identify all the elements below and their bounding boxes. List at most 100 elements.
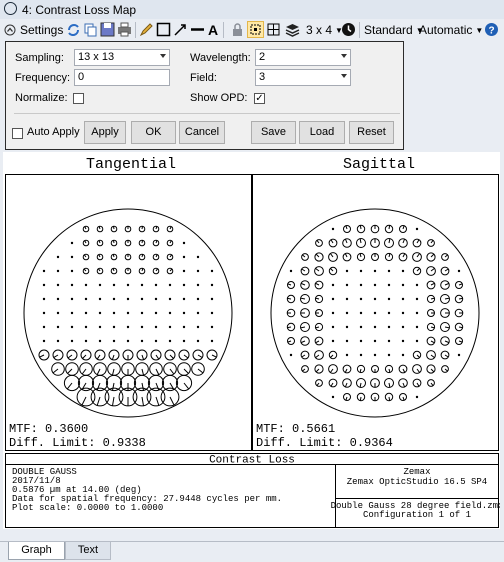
pupil-sample-tick xyxy=(155,382,160,391)
refresh-icon[interactable] xyxy=(66,22,81,37)
pupil-sample-tick xyxy=(141,268,144,272)
pupil-sample-dot xyxy=(56,339,60,343)
pupil-sample-tick xyxy=(287,283,292,286)
tab-text[interactable]: Text xyxy=(65,542,111,560)
pupil-sample-tick xyxy=(169,396,175,406)
pupil-sample-dot xyxy=(373,353,377,357)
pupil-sample-tick xyxy=(416,239,420,244)
automatic-dropdown[interactable]: Automatic ▼ xyxy=(419,22,483,38)
save-icon[interactable] xyxy=(100,22,115,37)
pupil-sample-tick xyxy=(315,267,320,272)
standard-dropdown[interactable]: Standard ▼ xyxy=(364,22,424,38)
plot-canvas: Tangential Sagittal MTF: 0.3600 Diff. Li… xyxy=(5,156,500,528)
pupil-sample-dot xyxy=(168,311,172,315)
load-button[interactable]: Load xyxy=(299,121,345,144)
pupil-sample-dot xyxy=(42,283,46,287)
pupil-sample-dot xyxy=(84,283,88,287)
pupil-sample-tick xyxy=(359,253,362,258)
pupil-sample-tick xyxy=(169,240,172,244)
help-icon[interactable]: ? xyxy=(484,22,499,37)
pupil-sample-dot xyxy=(126,297,130,301)
pupil-sample-tick xyxy=(430,239,434,244)
pupil-sample-dot xyxy=(387,339,391,343)
grid-icon[interactable] xyxy=(266,22,281,37)
pupil-sample-tick xyxy=(444,268,449,272)
apply-button[interactable]: Apply xyxy=(84,121,126,144)
wavelength-label: Wavelength: xyxy=(190,52,251,64)
pupil-sample-tick xyxy=(444,326,450,329)
field-label: Field: xyxy=(190,72,217,84)
pupil-sample-tick xyxy=(416,268,420,272)
configuration-label: Configuration 1 of 1 xyxy=(363,510,471,520)
frequency-input[interactable]: 0 xyxy=(74,69,170,86)
fit-icon[interactable] xyxy=(247,21,264,38)
layers-icon[interactable] xyxy=(285,22,300,37)
clock-icon[interactable] xyxy=(341,22,356,37)
sampling-select[interactable]: 13 x 13 xyxy=(74,49,170,66)
ok-button[interactable]: OK xyxy=(131,121,176,144)
pupil-sample-dot xyxy=(56,255,60,259)
normalize-checkbox[interactable] xyxy=(73,93,84,104)
show-opd-checkbox[interactable]: ✓ xyxy=(254,93,265,104)
pupil-sample-tick xyxy=(344,368,348,373)
pupil-sample-tick xyxy=(359,382,362,388)
pupil-sample-tick xyxy=(330,354,334,358)
pupil-sample-dot xyxy=(98,339,102,343)
pupil-sample-tick xyxy=(388,368,391,373)
frequency-label: Frequency: xyxy=(15,72,71,84)
reset-button[interactable]: Reset xyxy=(349,121,394,144)
pupil-sample-dot xyxy=(373,283,377,287)
pupil-sample-tick xyxy=(39,354,45,358)
settings-panel: Sampling: 13 x 13 Frequency: 0 Normalize… xyxy=(5,41,404,150)
pupil-sample-dot xyxy=(373,269,377,273)
arrow-icon[interactable] xyxy=(173,22,188,37)
pupil-sample-dot xyxy=(98,325,102,329)
pupil-sample-tick xyxy=(316,239,320,244)
pupil-sample-dot xyxy=(345,283,349,287)
pupil-sample-tick xyxy=(329,368,334,373)
tab-graph[interactable]: Graph xyxy=(8,542,65,560)
cancel-button[interactable]: Cancel xyxy=(179,121,225,144)
pupil-sample-dot xyxy=(56,269,60,273)
pupil-sample-tick xyxy=(330,268,334,272)
pupil-sample-dot xyxy=(210,269,214,273)
pupil-sample-tick xyxy=(402,253,406,258)
pupil-sample-tick xyxy=(169,354,174,359)
pupil-sample-tick xyxy=(155,368,160,375)
wavelength-select[interactable]: 2 xyxy=(255,49,351,66)
pupil-sample-dot xyxy=(56,325,60,329)
pupil-sample-dot xyxy=(196,311,200,315)
pupil-sample-tick xyxy=(430,368,435,373)
pupil-sample-tick xyxy=(330,239,334,244)
sagittal-title: Sagittal xyxy=(343,156,415,173)
pupil-sample-dot xyxy=(70,339,74,343)
settings-toggle[interactable]: Settings xyxy=(4,22,63,38)
pupil-sample-tick xyxy=(430,340,435,344)
copy-icon[interactable] xyxy=(83,22,98,37)
normalize-label: Normalize: xyxy=(15,92,68,104)
layout-dropdown[interactable]: 3 x 4 ▼ xyxy=(306,22,343,38)
field-select[interactable]: 3 xyxy=(255,69,351,86)
lock-icon[interactable] xyxy=(230,22,245,37)
pupil-sample-dot xyxy=(401,311,405,315)
pupil-sample-dot xyxy=(84,297,88,301)
pupil-sample-dot xyxy=(359,283,363,287)
pupil-sample-dot xyxy=(331,227,335,231)
pupil-sample-tick xyxy=(84,226,87,230)
pupil-sample-dot xyxy=(210,325,214,329)
pupil-sample-tick xyxy=(141,226,143,230)
save-button[interactable]: Save xyxy=(251,121,296,144)
pupil-sample-dot xyxy=(196,255,200,259)
pupil-sample-dot xyxy=(182,269,186,273)
print-icon[interactable] xyxy=(117,22,132,37)
rectangle-icon[interactable] xyxy=(156,22,171,37)
text-icon[interactable]: A xyxy=(208,22,218,38)
pupil-sample-tick xyxy=(430,326,435,329)
line-icon[interactable] xyxy=(190,22,205,37)
sagittal-mtf: MTF: 0.5661 xyxy=(256,422,335,436)
pupil-sample-tick xyxy=(211,354,217,358)
pupil-sample-tick xyxy=(141,254,144,258)
auto-apply-checkbox[interactable] xyxy=(12,128,23,139)
pupil-sample-dot xyxy=(70,283,74,287)
pencil-icon[interactable] xyxy=(139,22,154,37)
